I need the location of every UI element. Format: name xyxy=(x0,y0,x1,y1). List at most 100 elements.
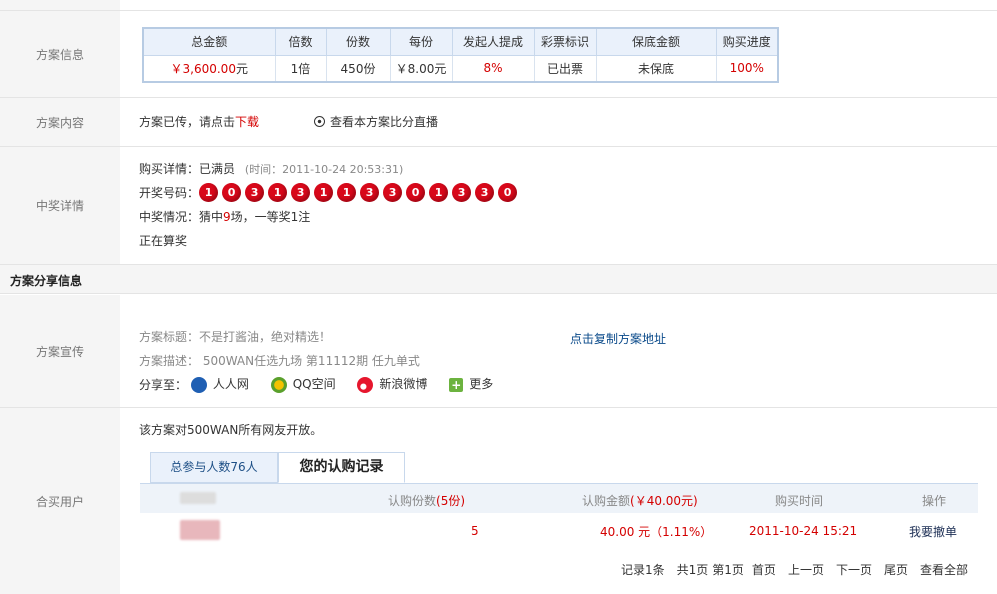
shares-cell: 450份 xyxy=(325,54,391,83)
header-per-share: 每份 xyxy=(389,27,453,56)
renren-icon xyxy=(190,376,207,393)
draw-number-ball: 3 xyxy=(360,183,380,202)
pager-first[interactable]: 首页 xyxy=(752,563,776,577)
total-amount-cell: ￥3,600.00元 xyxy=(142,54,276,83)
promo-title: 方案标题：不是打酱油，绝对精选！ xyxy=(139,330,332,344)
plan-info-label: 方案信息 xyxy=(0,11,120,97)
share-qzone-label: QQ空间 xyxy=(292,377,336,391)
top-divider-row xyxy=(0,0,997,11)
win-result-line: 中奖情况：猜中9场，一等奖1注 xyxy=(139,208,310,225)
header-multiple: 倍数 xyxy=(274,27,327,56)
win-result-prefix: 猜中 xyxy=(199,210,224,224)
blurred-user-header xyxy=(180,492,216,504)
copy-plan-link[interactable]: 点击复制方案地址 xyxy=(570,330,666,347)
plan-detail-page: 方案信息 总金额 倍数 份数 每份 发起人提成 彩票标识 保底金额 购买进度 ￥… xyxy=(0,0,997,594)
draw-number-ball: 0 xyxy=(406,183,426,202)
share-renren[interactable]: 人人网 xyxy=(190,376,253,393)
multiple-cell: 1倍 xyxy=(274,54,327,83)
pager: 记录1条 共1页 第1页 首页 上一页 下一页 尾页 查看全部 xyxy=(621,561,968,578)
draw-number-ball: 3 xyxy=(245,183,265,202)
soccer-ball-icon xyxy=(314,116,325,127)
draw-number-ball: 1 xyxy=(314,183,334,202)
guarantee-cell: 未保底 xyxy=(595,54,717,83)
win-result-suffix: 场，一等奖1注 xyxy=(230,210,311,224)
purchase-detail-line: 购买详情：已满员 (时间：2011-10-24 20:53:31) xyxy=(139,160,403,177)
share-weibo-label: 新浪微博 xyxy=(379,377,428,391)
plan-info-table: 总金额 倍数 份数 每份 发起人提成 彩票标识 保底金额 购买进度 ￥3,600… xyxy=(142,27,779,83)
pager-current-page: 第1页 xyxy=(712,563,744,577)
win-details-label: 中奖详情 xyxy=(0,147,120,264)
plan-content-line: 方案已传，请点击下载 xyxy=(139,113,259,130)
draw-number-ball: 1 xyxy=(199,183,219,202)
share-more[interactable]: + 更多 xyxy=(449,377,494,392)
share-weibo[interactable]: 新浪微博 xyxy=(357,376,431,393)
promo-desc: 方案描述： 500WAN任选九场 第11112期 任九单式 xyxy=(139,354,420,368)
promo-label: 方案宣传 xyxy=(0,295,120,407)
col-amount-value: (￥40.00元) xyxy=(630,494,698,508)
tab-my-records[interactable]: 您的认购记录 xyxy=(278,452,405,483)
col-time-header: 购买时间 xyxy=(775,494,824,508)
col-amount-header: 认购金额(￥40.00元) xyxy=(582,492,698,509)
header-progress: 购买进度 xyxy=(715,27,779,56)
draw-number-ball: 1 xyxy=(429,183,449,202)
draw-number-ball: 3 xyxy=(383,183,403,202)
col-amount-label: 认购金额 xyxy=(582,494,631,508)
total-amount-value: ￥3,600.00 xyxy=(170,61,236,76)
progress-cell: 100% xyxy=(715,54,779,83)
plan-content-label: 方案内容 xyxy=(0,98,120,146)
purchase-time: (时间：2011-10-24 20:53:31) xyxy=(244,163,404,176)
blurred-user-name xyxy=(180,520,220,540)
header-ticket-status: 彩票标识 xyxy=(533,27,597,56)
row-amount: 40.00 元（1.11%） xyxy=(600,525,713,539)
share-section-bar: 方案分享信息 xyxy=(0,264,997,294)
per-share-cell: ￥8.00元 xyxy=(389,54,453,83)
ticket-status-cell: 已出票 xyxy=(533,54,597,83)
share-section-title: 方案分享信息 xyxy=(10,274,83,288)
live-score-link[interactable]: 查看本方案比分直播 xyxy=(314,113,438,130)
col-op-header: 操作 xyxy=(922,494,947,508)
draw-number-ball: 1 xyxy=(337,183,357,202)
download-link[interactable]: 下载 xyxy=(235,115,259,129)
draw-numbers-line: 开奖号码： 1 0 3 1 3 1 1 3 3 0 1 3 3 0 xyxy=(139,183,521,202)
pager-view-all[interactable]: 查看全部 xyxy=(920,563,968,577)
pager-next[interactable]: 下一页 xyxy=(836,563,872,577)
purchase-label: 购买详情： xyxy=(139,162,200,176)
pager-total-pages: 共1页 xyxy=(676,563,709,577)
qzone-icon xyxy=(270,376,287,393)
col-shares-header: 认购份数(5份) xyxy=(388,492,465,509)
total-amount-unit: 元 xyxy=(235,61,248,76)
share-qzone[interactable]: QQ空间 xyxy=(270,376,340,393)
share-more-label: 更多 xyxy=(469,377,494,391)
pager-record-count: 记录1条 xyxy=(621,563,665,577)
draw-numbers-label: 开奖号码： xyxy=(139,186,200,200)
top-label-col xyxy=(0,0,120,10)
header-shares: 份数 xyxy=(325,27,391,56)
weibo-icon xyxy=(357,376,374,393)
purchase-status: 已满员 xyxy=(199,162,236,176)
header-commission: 发起人提成 xyxy=(451,27,535,56)
draw-number-ball: 0 xyxy=(222,183,242,202)
col-shares-value: (5份) xyxy=(436,494,466,508)
live-score-text: 查看本方案比分直播 xyxy=(330,115,439,129)
share-renren-label: 人人网 xyxy=(212,377,249,391)
commission-cell: 8% xyxy=(451,54,535,83)
cancel-order-button[interactable]: 我要撤单 xyxy=(909,523,957,540)
draw-number-ball: 3 xyxy=(452,183,472,202)
pager-last[interactable]: 尾页 xyxy=(884,563,908,577)
share-line: 分享至： 人人网 QQ空间 新浪微博 + 更多 xyxy=(139,375,493,393)
draw-number-ball: 1 xyxy=(268,183,288,202)
plus-icon: + xyxy=(449,377,464,392)
pager-prev[interactable]: 上一页 xyxy=(788,563,824,577)
row-shares: 5 xyxy=(471,524,479,538)
records-header: 认购份数(5份) 认购金额(￥40.00元) 购买时间 操作 xyxy=(140,483,978,513)
share-label: 分享至： xyxy=(139,378,188,392)
draw-number-ball: 3 xyxy=(475,183,495,202)
calc-status: 正在算奖 xyxy=(139,234,188,248)
draw-number-ball: 0 xyxy=(498,183,518,202)
plan-content-text: 方案已传，请点击 xyxy=(139,115,236,129)
win-result-label: 中奖情况： xyxy=(139,210,200,224)
col-shares-label: 认购份数 xyxy=(388,494,437,508)
header-guarantee: 保底金额 xyxy=(595,27,717,56)
header-total-amount: 总金额 xyxy=(142,27,276,56)
tab-participants[interactable]: 总参与人数76人 xyxy=(150,452,278,483)
